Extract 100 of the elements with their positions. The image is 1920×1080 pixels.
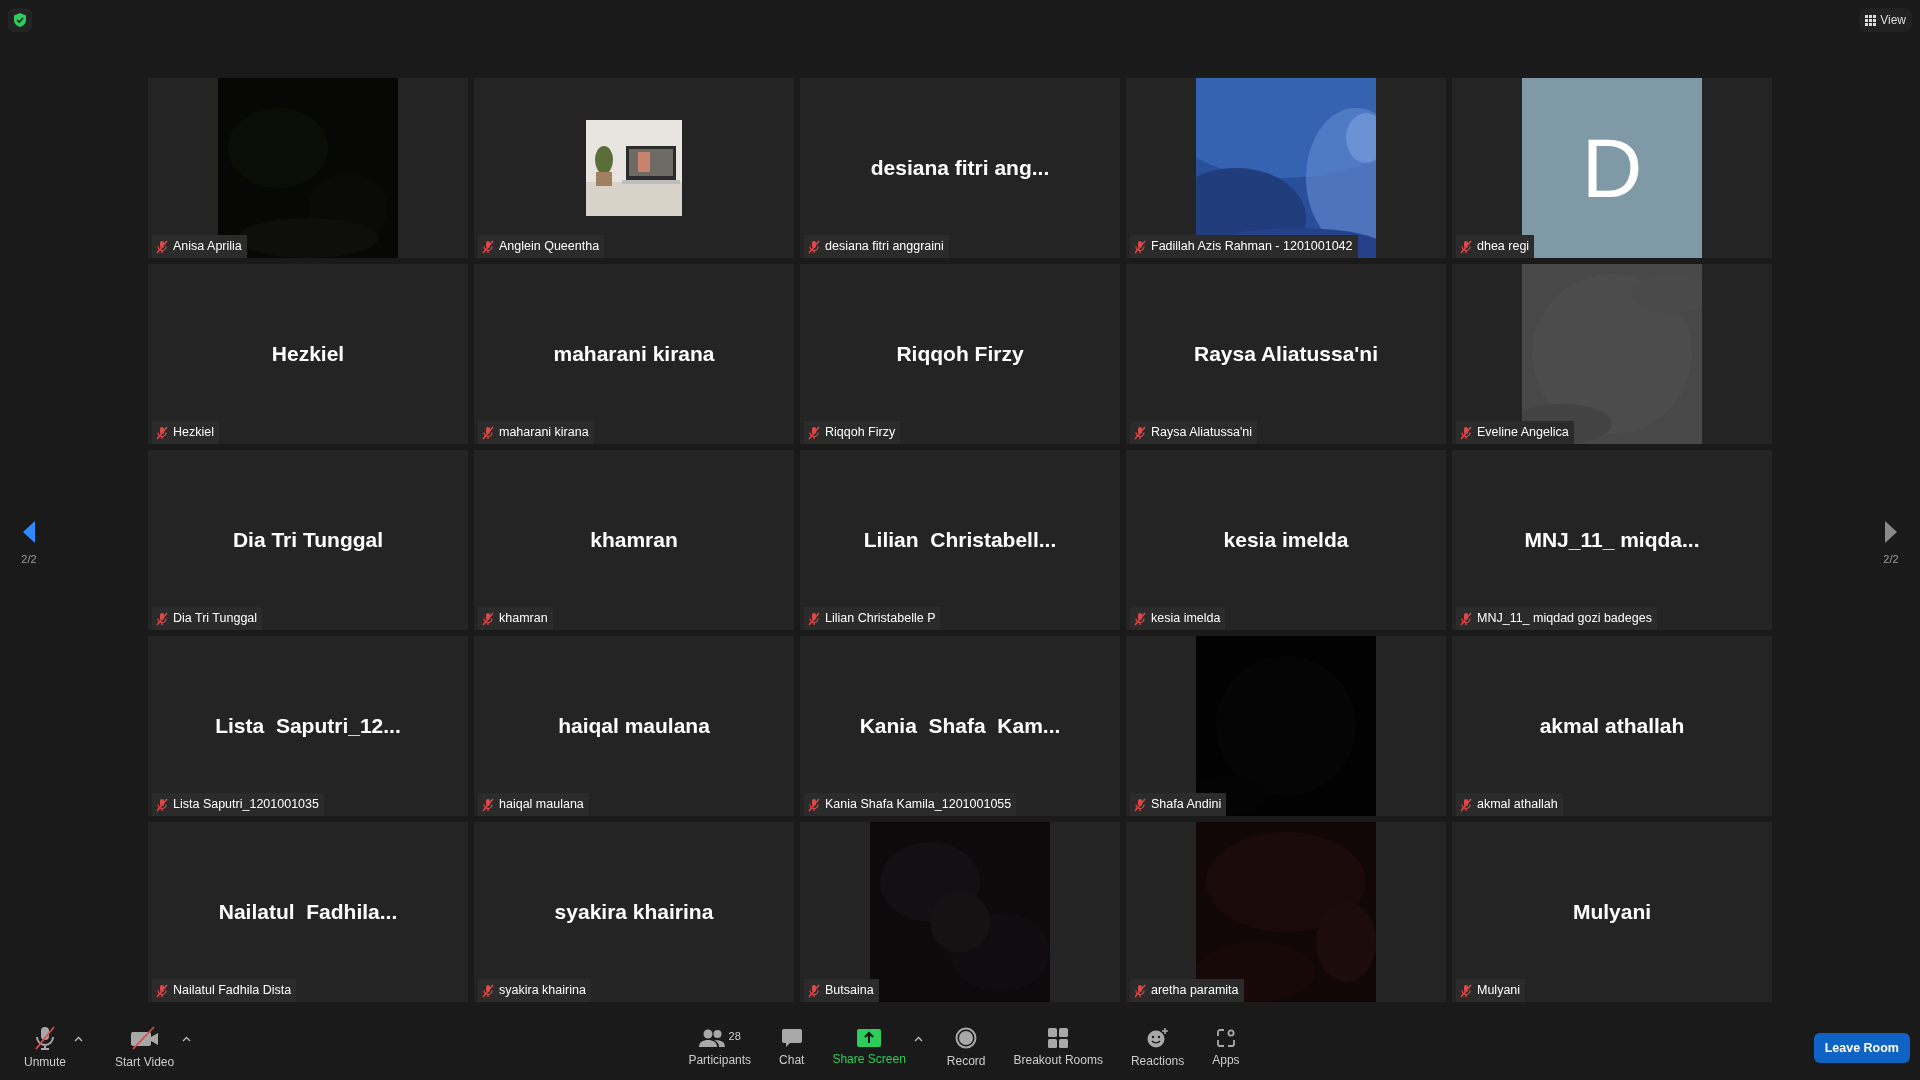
participant-name: Nailatul Fadhila... [218, 899, 398, 926]
button-label: Unmute [24, 1053, 67, 1071]
name-tag-text: Lista Saputri_1201001035 [173, 796, 319, 814]
participant-tile[interactable]: Anglein Queentha [474, 78, 794, 258]
name-tag-text: maharani kirana [499, 424, 589, 442]
caret-icon [182, 1036, 192, 1042]
record-icon [955, 1026, 978, 1049]
grid-icon [1048, 1027, 1069, 1048]
apps-button[interactable]: Apps [1206, 1023, 1246, 1073]
participant-tile[interactable]: syakira khairina syakira khairina [474, 822, 794, 1002]
share-button[interactable]: Share Screen [826, 1024, 912, 1072]
mic-button[interactable]: Unmute [18, 1021, 73, 1075]
participant-name: maharani kirana [553, 341, 715, 368]
reactions-button[interactable]: Reactions [1124, 1022, 1191, 1074]
participant-name: Mulyani [1572, 899, 1652, 926]
button-label: Participants [688, 1051, 752, 1069]
breakout-button[interactable]: Breakout Rooms [1007, 1023, 1109, 1073]
participant-tile[interactable]: Hezkiel Hezkiel [148, 264, 468, 444]
muted-camera-icon [129, 1025, 160, 1050]
participant-tile[interactable]: desiana fitri ang... desiana fitri anggraini [800, 78, 1120, 258]
participant-tile[interactable]: kesia imelda kesia imelda [1126, 450, 1446, 630]
name-tag-text: Riqqoh Firzy [825, 424, 896, 442]
participant-tile[interactable]: MNJ_11_ miqda... MNJ_11_ miqdad gozi badeges [1452, 450, 1772, 630]
name-tag-text: dhea regi [1477, 238, 1530, 256]
name-tag-text: syakira khairina [499, 982, 586, 1000]
name-tag-text: Raysa Aliatussa'ni [1151, 424, 1253, 442]
muted-mic-icon [32, 1025, 58, 1050]
name-tag-text: kesia imelda [1151, 610, 1221, 628]
participant-name: Kania Shafa Kam... [859, 713, 1061, 740]
participant-tile[interactable]: aretha paramita [1126, 822, 1446, 1002]
name-tag-text: Butsaina [825, 982, 874, 1000]
participant-tile[interactable]: Butsaina [800, 822, 1120, 1002]
prev-page-button[interactable]: 2/2 [0, 518, 58, 569]
participant-tile[interactable]: Kania Shafa Kam... Kania Shafa Kamila_1201001055 [800, 636, 1120, 816]
view-button[interactable]: View [1859, 8, 1912, 32]
button-label: Share Screen [832, 1050, 906, 1068]
participant-tile[interactable]: maharani kirana maharani kirana [474, 264, 794, 444]
grid-icon [1865, 14, 1877, 26]
participant-name: Lista Saputri_12... [215, 713, 401, 740]
participant-tile[interactable]: Eveline Angelica [1452, 264, 1772, 444]
name-tag-text: aretha paramita [1151, 982, 1239, 1000]
name-tag-text: desiana fitri anggraini [825, 238, 944, 256]
participant-tile[interactable]: Mulyani Mulyani [1452, 822, 1772, 1002]
participant-tile[interactable]: haiqal maulana haiqal maulana [474, 636, 794, 816]
smiley-icon [1146, 1026, 1169, 1049]
leave-room-button[interactable]: Leave Room [1813, 1032, 1910, 1064]
participant-name: Dia Tri Tunggal [232, 527, 384, 554]
participant-tile[interactable]: Shafa Andini [1126, 636, 1446, 816]
participant-name: akmal athallah [1539, 713, 1685, 740]
name-tag-text: Lilian Christabelle P [825, 610, 936, 628]
button-label: Apps [1212, 1051, 1240, 1069]
participant-tile[interactable]: D dhea regi [1452, 78, 1772, 258]
name-tag-text: khamran [499, 610, 548, 628]
participant-name: Hezkiel [271, 341, 345, 368]
name-tag-text: Kania Shafa Kamila_1201001055 [825, 796, 1012, 814]
participant-tile[interactable]: akmal athallah akmal athallah [1452, 636, 1772, 816]
participant-name: Riqqoh Firzy [896, 341, 1024, 368]
name-tag-text: Shafa Andini [1151, 796, 1222, 814]
button-label: Breakout Rooms [1013, 1051, 1103, 1069]
apps-icon [1215, 1027, 1236, 1048]
participant-tile[interactable]: Riqqoh Firzy Riqqoh Firzy [800, 264, 1120, 444]
button-label: Reactions [1130, 1052, 1185, 1070]
participant-name: khamran [590, 527, 678, 554]
participant-name: haiqal maulana [558, 713, 710, 740]
security-badge[interactable] [8, 8, 32, 32]
name-tag-text: Anglein Queentha [499, 238, 600, 256]
name-tag-text: Anisa Aprilia [173, 238, 242, 256]
participant-name: kesia imelda [1223, 527, 1349, 554]
participant-name: syakira khairina [554, 899, 714, 926]
name-tag-text: MNJ_11_ miqdad gozi badeges [1477, 610, 1652, 628]
participant-name: MNJ_11_ miqda... [1524, 527, 1700, 554]
people-icon [698, 1027, 725, 1048]
chat-button[interactable]: Chat [773, 1023, 811, 1073]
participant-name: desiana fitri ang... [870, 155, 1050, 182]
video-button[interactable]: Start Video [109, 1021, 181, 1075]
name-tag-text: Fadillah Azis Rahman - 1201001042 [1151, 238, 1353, 256]
participant-tile[interactable]: Lilian Christabell... Lilian Christabelle P [800, 450, 1120, 630]
button-label: Record [946, 1052, 986, 1070]
participant-tile[interactable]: Fadillah Azis Rahman - 1201001042 [1126, 78, 1446, 258]
participant-name: Lilian Christabell... [863, 527, 1057, 554]
participant-name: Raysa Aliatussa'ni [1194, 341, 1378, 368]
chat-bubble-icon [780, 1027, 803, 1048]
participant-tile[interactable]: Nailatul Fadhila... Nailatul Fadhila Dista [148, 822, 468, 1002]
name-tag-text: Hezkiel [173, 424, 214, 442]
participant-count: 28 [728, 1028, 741, 1044]
participant-tile[interactable]: khamran khamran [474, 450, 794, 630]
caret-icon [913, 1036, 923, 1042]
participant-tile[interactable]: Dia Tri Tunggal Dia Tri Tunggal [148, 450, 468, 630]
participant-tile[interactable]: Lista Saputri_12... Lista Saputri_1201001035 [148, 636, 468, 816]
shield-icon [13, 12, 27, 28]
participant-tile[interactable]: Anisa Aprilia [148, 78, 468, 258]
caret-icon [74, 1036, 84, 1042]
participant-tile[interactable]: Raysa Aliatussa'ni Raysa Aliatussa'ni [1126, 264, 1446, 444]
name-tag-text: Mulyani [1477, 982, 1521, 1000]
name-tag-text: haiqal maulana [499, 796, 584, 814]
name-tag-text: akmal athallah [1477, 796, 1558, 814]
record-button[interactable]: Record [940, 1022, 992, 1074]
participants-button[interactable]: 28 Participants [682, 1023, 758, 1073]
name-tag-text: Nailatul Fadhila Dista [173, 982, 292, 1000]
button-label: Start Video [115, 1053, 175, 1071]
